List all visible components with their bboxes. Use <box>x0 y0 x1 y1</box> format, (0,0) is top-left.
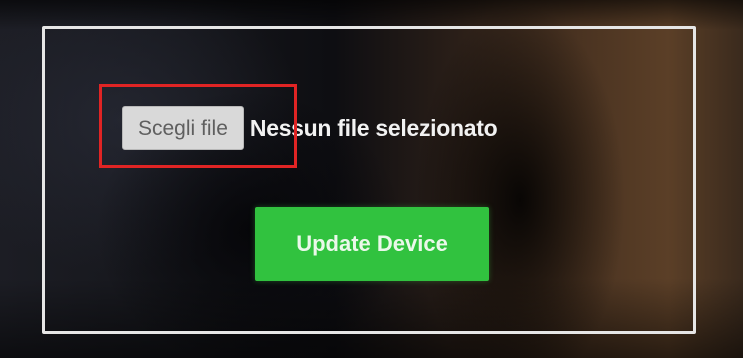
file-input-row: Scegli file Nessun file selezionato <box>122 106 498 150</box>
choose-file-button[interactable]: Scegli file <box>122 106 244 150</box>
update-device-button[interactable]: Update Device <box>255 207 489 281</box>
photo-of-screen: Scegli file Nessun file selezionato Upda… <box>0 0 743 358</box>
file-status-text: Nessun file selezionato <box>249 114 498 141</box>
upload-panel-frame <box>42 26 696 334</box>
